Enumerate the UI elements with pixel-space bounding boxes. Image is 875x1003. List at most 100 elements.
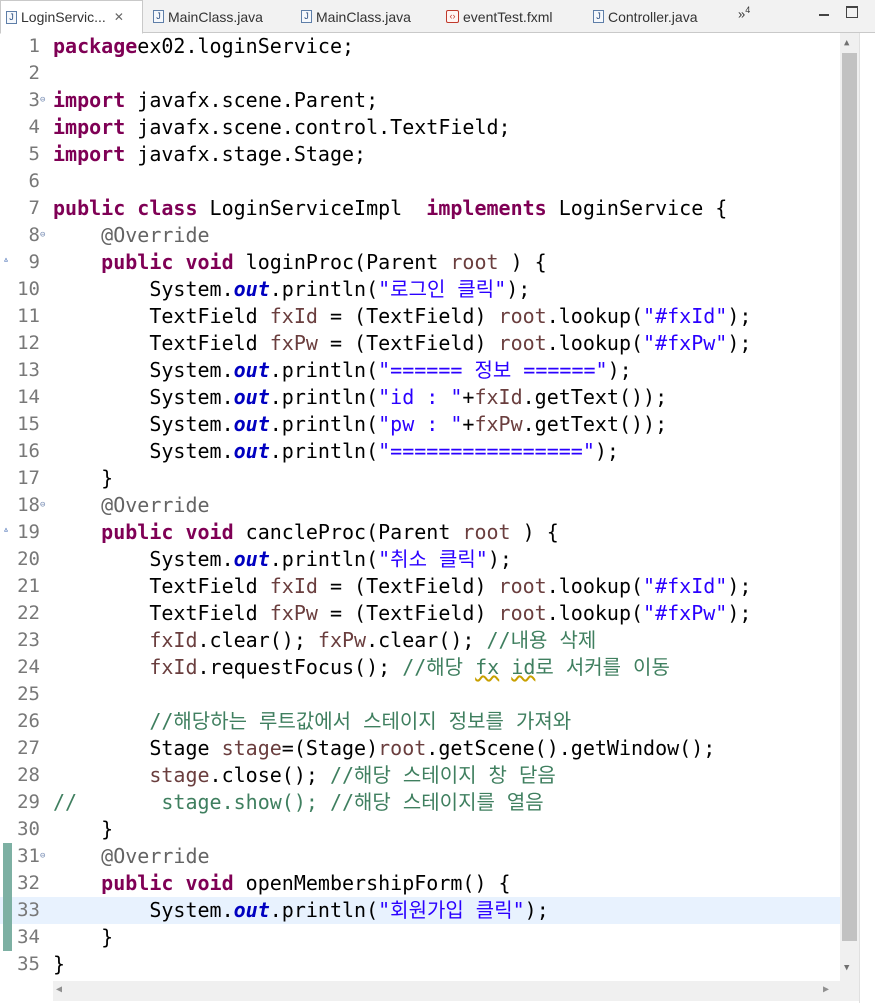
code-line[interactable]: 12 TextField fxPw = (TextField) root.loo… (0, 330, 840, 357)
line-number: 8 (28, 224, 40, 246)
code-token: //해당하는 루트값에서 스테이지 정보를 가져와 (149, 709, 572, 733)
scroll-down-arrow-icon[interactable]: ▼ (844, 963, 849, 973)
line-number: 31 (17, 845, 40, 867)
code-token: = (TextField) (317, 304, 499, 328)
code-line[interactable]: 11 TextField fxId = (TextField) root.loo… (0, 303, 840, 330)
fold-collapse-icon[interactable]: ⊖ (40, 500, 45, 510)
minimize-icon[interactable] (817, 8, 831, 22)
code-token: ); (607, 358, 632, 382)
tab-controller[interactable]: J Controller.java (588, 0, 733, 33)
code-token: ); (524, 898, 549, 922)
code-line[interactable]: 18 ⊖ @Override (0, 492, 840, 519)
code-token: .println( (269, 277, 379, 301)
code-text: import javafx.scene.Parent; (53, 87, 378, 114)
maximize-icon[interactable] (846, 6, 858, 18)
code-line[interactable]: 15 System.out.println("pw : "+fxPw.getTe… (0, 411, 840, 438)
line-number: 17 (17, 467, 40, 489)
java-file-icon: J (153, 10, 164, 23)
code-token: fxId (269, 304, 318, 328)
tab-loginserviceimpl[interactable]: J LoginServic... ✕ (0, 0, 143, 34)
fold-collapse-icon[interactable]: ⊖ (40, 230, 45, 240)
code-token: + (462, 412, 475, 436)
code-line[interactable]: 21 TextField fxId = (TextField) root.loo… (0, 573, 840, 600)
code-token: root (462, 520, 511, 544)
code-text: TextField fxId = (TextField) root.lookup… (53, 573, 751, 600)
code-line[interactable]: 25 (0, 681, 840, 708)
code-token: System. (53, 547, 234, 571)
code-line[interactable]: 8 ⊖ @Override (0, 222, 840, 249)
code-token: public (101, 250, 174, 274)
vertical-scroll-thumb[interactable] (842, 53, 857, 941)
code-editor[interactable]: 1 packageex02.loginService; 2 3 ⊖ import java… (0, 33, 840, 981)
code-token: id (511, 655, 536, 679)
code-line[interactable]: 3 ⊖ import javafx.scene.Parent; (0, 87, 840, 114)
code-line[interactable]: 35} (0, 951, 840, 978)
overflow-count: 4 (745, 5, 751, 15)
code-token: .println( (269, 547, 379, 571)
code-line[interactable]: ▵ 19 public void cancleProc(Parent root )… (0, 519, 840, 546)
line-number: 21 (17, 575, 40, 597)
code-token: .lookup( (546, 574, 644, 598)
code-line[interactable]: 29 // stage.show(); //해당 스테이지를 열음 (0, 789, 840, 816)
code-line[interactable]: 7 public class LoginServiceImpl implement… (0, 195, 840, 222)
code-token: ); (727, 574, 752, 598)
code-token: System. (53, 385, 234, 409)
code-line[interactable]: 32 public void openMembershipForm() { (0, 870, 840, 897)
code-token: @Override (101, 844, 210, 868)
code-token: .clear(); (366, 628, 487, 652)
code-line[interactable]: 2 (0, 60, 840, 87)
line-number: 32 (17, 872, 40, 894)
fold-collapse-icon[interactable]: ⊖ (40, 95, 45, 105)
tab-overflow-button[interactable]: »4 (738, 5, 750, 21)
code-line[interactable]: 23 fxId.clear(); fxPw.clear(); //내용 삭제 (0, 627, 840, 654)
code-token: stage (221, 736, 282, 760)
code-line[interactable]: 31 ⊖ @Override (0, 843, 840, 870)
code-line[interactable]: 34 } (0, 924, 840, 951)
java-file-icon: J (6, 10, 17, 24)
code-line[interactable]: 5 import javafx.stage.Stage; (0, 141, 840, 168)
code-line[interactable]: 4 import javafx.scene.control.TextField; (0, 114, 840, 141)
code-line[interactable]: 28 stage.close(); //해당 스테이지 창 닫음 (0, 762, 840, 789)
vertical-scrollbar[interactable]: ▲ ▼ (840, 33, 859, 981)
scroll-up-arrow-icon[interactable]: ▲ (844, 38, 849, 48)
line-number: 4 (28, 116, 40, 138)
code-token: out (233, 439, 270, 463)
scroll-right-arrow-icon[interactable]: ▶ (823, 984, 829, 995)
code-line[interactable]: 10 System.out.println("로그인 클릭"); (0, 276, 840, 303)
code-line[interactable]: 17 } (0, 465, 840, 492)
code-text: System.out.println("회원가입 클릭"); (53, 897, 549, 924)
line-number: 14 (17, 386, 40, 408)
tab-eventtest-fxml[interactable]: ‹› eventTest.fxml (441, 0, 586, 33)
tab-label: MainClass.java (168, 8, 263, 25)
tab-mainclass-2[interactable]: J MainClass.java (296, 0, 441, 33)
code-token: .println( (269, 385, 379, 409)
fold-collapse-icon[interactable]: ⊖ (40, 851, 45, 861)
code-line[interactable]: 27 Stage stage=(Stage)root.getScene().ge… (0, 735, 840, 762)
code-line[interactable]: 30 } (0, 816, 840, 843)
code-line[interactable]: 22 TextField fxPw = (TextField) root.loo… (0, 600, 840, 627)
close-icon[interactable]: ✕ (114, 10, 124, 24)
code-line[interactable]: 6 (0, 168, 840, 195)
tab-mainclass-1[interactable]: J MainClass.java (148, 0, 293, 33)
code-line[interactable]: 16 System.out.println("================"… (0, 438, 840, 465)
scroll-left-arrow-icon[interactable]: ◀ (56, 984, 62, 995)
code-line[interactable]: 1 packageex02.loginService; (0, 33, 840, 60)
code-line[interactable]: 26 //해당하는 루트값에서 스테이지 정보를 가져와 (0, 708, 840, 735)
code-token: javafx.scene.control.TextField; (125, 115, 511, 139)
code-token: .println( (269, 439, 379, 463)
code-line[interactable]: 24 fxId.requestFocus(); //해당 fx id로 서커를 … (0, 654, 840, 681)
code-token: TextField (53, 601, 270, 625)
code-line[interactable]: 20 System.out.println("취소 클릭"); (0, 546, 840, 573)
code-line[interactable]: 33 System.out.println("회원가입 클릭"); (0, 897, 840, 924)
code-token: fxPw (317, 628, 367, 652)
code-line[interactable]: 13 System.out.println("====== 정보 ======"… (0, 357, 840, 384)
code-line[interactable]: 14 System.out.println("id : "+fxId.getTe… (0, 384, 840, 411)
code-line[interactable]: ▵ 9 public void loginProc(Parent root ) { (0, 249, 840, 276)
code-text: Stage stage=(Stage)root.getScene().getWi… (53, 735, 715, 762)
line-number: 26 (17, 710, 40, 732)
horizontal-scrollbar[interactable]: ◀ ▶ (53, 981, 840, 1001)
